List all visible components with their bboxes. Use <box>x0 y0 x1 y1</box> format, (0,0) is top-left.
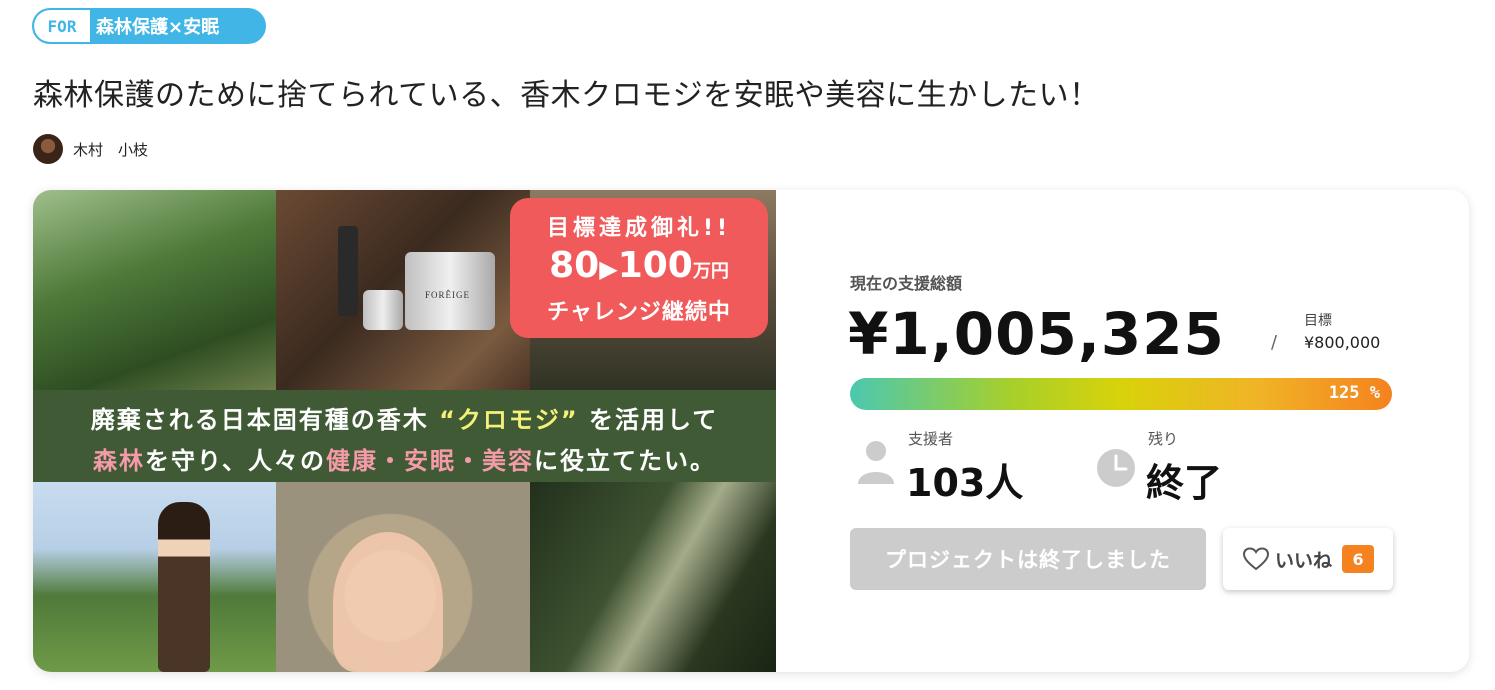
banner-text: を活用して <box>588 406 719 434</box>
hero-image: FORÊIGE 目標達成御礼!! 80▶100万円 チャレンジ継続中 廃棄される… <box>33 190 776 672</box>
goal-separator: / <box>1271 332 1278 353</box>
tag-label: 森林保護×安眠 <box>96 17 220 38</box>
photo-forest-floor <box>530 482 776 672</box>
funding-panel: 現在の支援総額 ¥1,005,325 / 目標 ¥800,000 125 % 支… <box>776 190 1469 672</box>
heart-icon <box>1243 547 1269 571</box>
badge-line2: 80▶100万円 <box>510 246 768 292</box>
goal-achieved-badge: 目標達成御礼!! 80▶100万円 チャレンジ継続中 <box>510 198 768 338</box>
total-amount: ¥1,005,325 <box>848 300 1225 368</box>
hand-image <box>333 532 443 672</box>
like-count-badge: 6 <box>1342 545 1375 573</box>
like-label: いいね <box>1275 549 1333 572</box>
project-ended-button[interactable]: プロジェクトは終了しました <box>850 528 1206 590</box>
banner-text: を守り、人々の <box>144 447 327 475</box>
project-title: 森林保護のために捨てられている、香木クロモジを安眠や美容に生かしたい！ <box>33 78 1100 113</box>
small-can-image <box>363 290 403 330</box>
total-label: 現在の支援総額 <box>850 274 963 293</box>
photo-forest-tree <box>33 190 276 390</box>
person-image <box>158 502 210 672</box>
hero-banner: 廃棄される日本固有種の香木 “クロモジ” を活用して 森林を守り、人々の健康・安… <box>33 390 776 482</box>
bottle-image <box>338 226 358 316</box>
category-tag[interactable]: FOR 森林保護×安眠 <box>32 8 266 44</box>
badge-unit: 万円 <box>692 261 729 282</box>
progress-percent: 125 % <box>1328 383 1380 403</box>
banner-highlight-kuromoji: “クロモジ” <box>439 406 579 434</box>
person-icon <box>858 441 894 484</box>
project-card: FORÊIGE 目標達成御礼!! 80▶100万円 チャレンジ継続中 廃棄される… <box>33 190 1469 672</box>
goal-amount: ¥800,000 <box>1304 333 1381 352</box>
backers-value: 103人 <box>906 461 1024 505</box>
clock-icon <box>1097 449 1135 487</box>
banner-line1: 廃棄される日本固有種の香木 “クロモジ” を活用して <box>33 400 776 435</box>
backers-label: 支援者 <box>908 430 954 448</box>
avatar[interactable] <box>33 134 63 164</box>
badge-from: 80 <box>549 245 600 286</box>
like-button[interactable]: いいね 6 <box>1223 528 1393 590</box>
goal-label: 目標 <box>1304 313 1332 329</box>
owner-name[interactable]: 木村 小枝 <box>73 139 148 160</box>
product-label: FORÊIGE <box>425 290 470 300</box>
banner-line2: 森林を守り、人々の健康・安眠・美容に役立てたい。 <box>33 441 776 476</box>
remaining-value: 終了 <box>1146 461 1223 505</box>
badge-line3: チャレンジ継続中 <box>547 300 731 325</box>
banner-highlight-benefits: 健康・安眠・美容 <box>326 447 535 475</box>
badge-to: 100 <box>617 245 693 286</box>
project-owner[interactable]: 木村 小枝 <box>33 134 148 164</box>
progress-bar: 125 % <box>850 378 1392 410</box>
banner-text: 廃棄される日本固有種の香木 <box>90 406 429 434</box>
remaining-label: 残り <box>1148 430 1179 448</box>
badge-line1: 目標達成御礼!! <box>546 216 732 241</box>
banner-highlight-forest: 森林 <box>92 447 145 475</box>
banner-text: に役立てたい。 <box>534 447 717 475</box>
play-arrow-icon: ▶ <box>599 255 618 283</box>
photo-owner-field <box>33 482 276 672</box>
tag-prefix: FOR <box>34 10 90 42</box>
